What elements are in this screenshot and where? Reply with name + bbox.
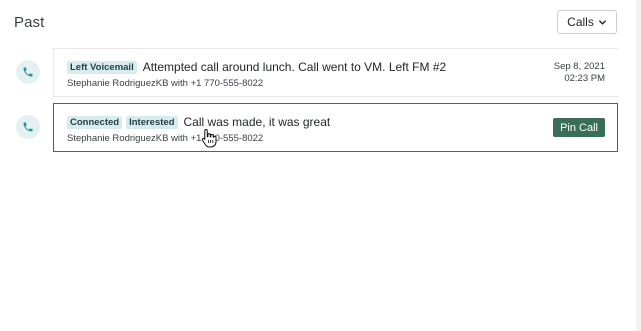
call-note: Attempted call around lunch. Call went t… <box>142 60 447 74</box>
call-card[interactable]: Left Voicemail Attempted call around lun… <box>53 48 618 97</box>
call-date: Sep 8, 2021 <box>553 61 605 72</box>
hand-cursor-icon <box>201 129 217 148</box>
status-badge: Connected <box>67 115 123 129</box>
call-time: 02:23 PM <box>564 73 605 84</box>
outcome-badge: Interested <box>126 115 178 129</box>
call-meta: Stephanie RodriguezKB with +1 770-555-80… <box>67 133 264 144</box>
call-meta: Stephanie RodriguezKB with +1 770-555-80… <box>67 78 264 89</box>
scrollbar-track[interactable] <box>636 0 641 331</box>
call-timestamp: Sep 8, 2021 02:23 PM <box>554 61 605 85</box>
phone-icon <box>16 60 40 84</box>
pin-call-button[interactable]: Pin Call <box>553 118 605 137</box>
page-title: Past <box>14 14 45 31</box>
call-card[interactable]: Connected Interested Call was made, it w… <box>53 103 618 152</box>
call-note: Call was made, it was great <box>183 115 331 129</box>
calls-filter-dropdown[interactable]: Calls <box>557 10 617 34</box>
chevron-down-icon <box>598 19 606 25</box>
filter-label: Calls <box>567 15 594 29</box>
phone-icon <box>16 115 40 139</box>
status-badge: Left Voicemail <box>67 60 137 74</box>
